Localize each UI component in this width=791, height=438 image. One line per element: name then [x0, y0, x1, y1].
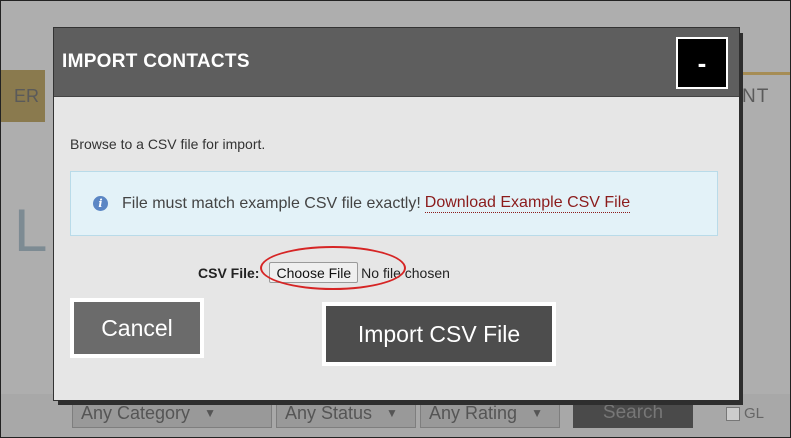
chevron-down-icon: ▼ [204, 406, 216, 420]
rating-filter-label: Any Rating [429, 402, 518, 423]
import-contacts-modal: IMPORT CONTACTS - Browse to a CSV file f… [54, 28, 739, 400]
checkbox-box[interactable] [726, 406, 740, 421]
background-checkbox[interactable]: GL [726, 405, 764, 422]
file-status-text: No file chosen [361, 264, 450, 281]
modal-header: IMPORT CONTACTS - [54, 28, 739, 97]
checkbox-label: GL [744, 405, 765, 422]
import-csv-button[interactable]: Import CSV File [322, 302, 556, 366]
info-alert: i File must match example CSV file exact… [70, 171, 718, 236]
info-icon: i [93, 196, 108, 211]
import-instructions: Browse to a CSV file for import. [70, 136, 266, 152]
category-filter-label: Any Category [81, 402, 191, 423]
status-filter-label: Any Status [285, 402, 373, 423]
csv-file-field: CSV File: Choose File No file chosen [198, 262, 450, 283]
alert-text: File must match example CSV file exactly… [122, 194, 421, 212]
background-nav-text: NT [742, 86, 770, 107]
rating-filter-select[interactable]: Any Rating ▼ [420, 398, 560, 428]
cancel-button[interactable]: Cancel [70, 298, 204, 358]
csv-file-label: CSV File: [198, 264, 260, 281]
close-button[interactable]: - [676, 37, 728, 89]
download-example-link[interactable]: Download Example CSV File [424, 194, 631, 213]
category-filter-select[interactable]: Any Category ▼ [72, 398, 272, 428]
background-nav-tab: ER [0, 70, 45, 122]
modal-title: IMPORT CONTACTS [62, 51, 250, 72]
chevron-down-icon: ▼ [531, 406, 543, 420]
background-heading-letter: L [14, 197, 48, 264]
chevron-down-icon: ▼ [386, 406, 398, 420]
background-accent-line [740, 72, 791, 75]
choose-file-button[interactable]: Choose File [269, 262, 359, 283]
search-button[interactable]: Search [573, 398, 693, 428]
status-filter-select[interactable]: Any Status ▼ [276, 398, 416, 428]
